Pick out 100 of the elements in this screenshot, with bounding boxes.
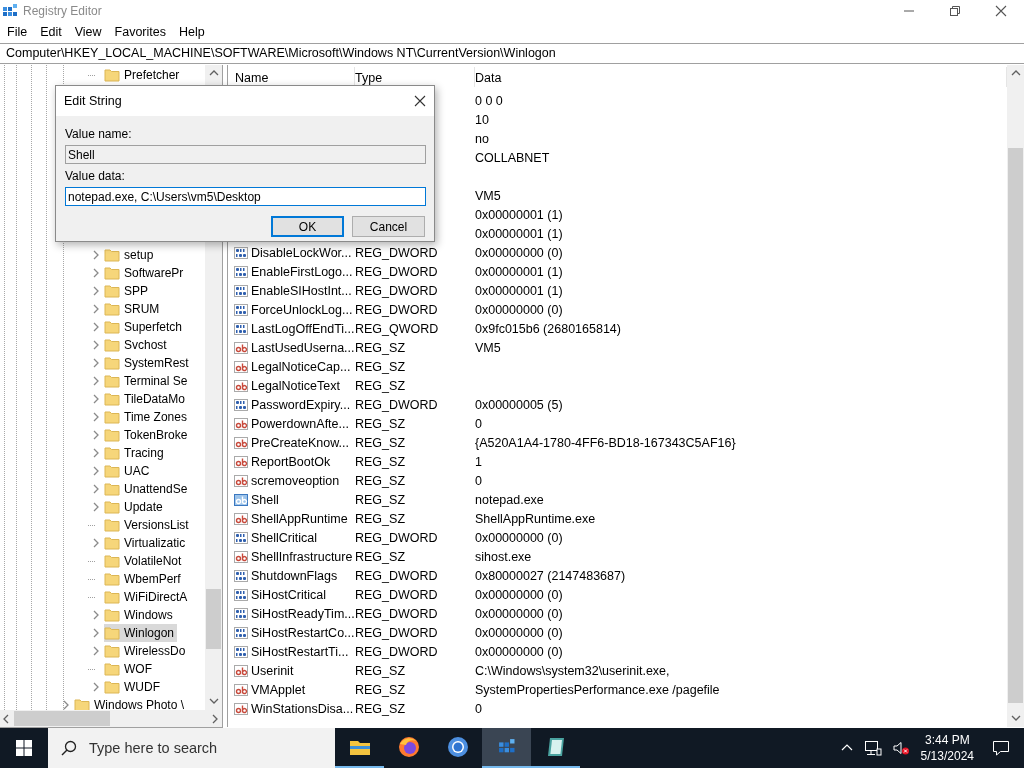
- ok-button[interactable]: OK: [271, 216, 344, 237]
- expand-chevron-icon[interactable]: [92, 628, 100, 638]
- value-name[interactable]: LastLogOffEndTi...: [251, 321, 355, 336]
- menu-item[interactable]: Favorites: [107, 25, 172, 39]
- folder-icon: [104, 608, 120, 622]
- close-icon[interactable]: [993, 3, 1009, 19]
- expand-chevron-icon[interactable]: [92, 286, 100, 296]
- tree-item[interactable]: SPP: [104, 282, 151, 300]
- value-name[interactable]: ShellCritical: [251, 530, 317, 545]
- clock[interactable]: 3:44 PM 5/13/2024: [920, 732, 974, 764]
- value-name[interactable]: LastUsedUserna...: [251, 340, 355, 355]
- folder-icon: [104, 572, 120, 586]
- tree-item[interactable]: TileDataMo: [104, 390, 188, 408]
- tree-item[interactable]: Windows: [104, 606, 176, 624]
- tree-item[interactable]: SoftwarePr: [104, 264, 187, 282]
- folder-icon: [104, 590, 120, 604]
- scroll-thumb[interactable]: [206, 589, 221, 649]
- tree-item[interactable]: VersionsList: [104, 516, 192, 534]
- tree-item[interactable]: VolatileNot: [104, 552, 185, 570]
- tree-item[interactable]: Time Zones: [104, 408, 190, 426]
- expand-chevron-icon[interactable]: [92, 646, 100, 656]
- network-icon[interactable]: [863, 740, 882, 756]
- value-type: REG_DWORD: [355, 245, 438, 260]
- scroll-thumb[interactable]: [14, 711, 110, 726]
- value-name[interactable]: ReportBootOk: [251, 454, 331, 469]
- value-name[interactable]: ShellInfrastructure: [251, 549, 353, 564]
- windows-logo-icon[interactable]: [16, 740, 32, 756]
- value-type: REG_SZ: [355, 359, 405, 374]
- value-name[interactable]: SiHostRestartCo...: [251, 625, 355, 640]
- expand-chevron-icon[interactable]: [92, 358, 100, 368]
- expand-chevron-icon[interactable]: [92, 466, 100, 476]
- value-name[interactable]: EnableSIHostInt...: [251, 283, 352, 298]
- value-data: 0x00000000 (0): [475, 644, 563, 659]
- tree-item[interactable]: Svchost: [104, 336, 170, 354]
- expand-chevron-icon[interactable]: [92, 250, 100, 260]
- value-name[interactable]: ForceUnlockLog...: [251, 302, 353, 317]
- scroll-thumb[interactable]: [1008, 148, 1023, 703]
- value-name[interactable]: ShutdownFlags: [251, 568, 338, 583]
- menu-item[interactable]: File: [0, 25, 34, 39]
- scrollbar[interactable]: [0, 710, 222, 727]
- expand-chevron-icon[interactable]: [92, 268, 100, 278]
- tree-item[interactable]: WbemPerf: [104, 570, 184, 588]
- tree-item[interactable]: Update: [104, 498, 166, 516]
- tree-item[interactable]: Winlogon: [104, 624, 178, 642]
- menu-item[interactable]: View: [67, 25, 108, 39]
- address-path[interactable]: Computer\HKEY_LOCAL_MACHINE\SOFTWARE\Microsoft\Windows NT\CurrentVersion\Winlogon: [6, 46, 556, 60]
- folder-icon: [104, 680, 120, 694]
- value-name[interactable]: SiHostCritical: [251, 587, 326, 602]
- expand-chevron-icon[interactable]: [92, 394, 100, 404]
- tree-item[interactable]: WOF: [104, 660, 155, 678]
- value-name[interactable]: Userinit: [251, 663, 294, 678]
- cancel-button[interactable]: Cancel: [352, 216, 425, 237]
- value-type: REG_DWORD: [355, 625, 438, 640]
- value-name[interactable]: SiHostReadyTim...: [251, 606, 355, 621]
- expand-chevron-icon[interactable]: [92, 682, 100, 692]
- menu-item[interactable]: Edit: [33, 25, 68, 39]
- value-name[interactable]: VMApplet: [251, 682, 306, 697]
- folder-icon: [104, 644, 120, 658]
- value-data: 0x00000000 (0): [475, 302, 563, 317]
- expand-chevron-icon[interactable]: [92, 538, 100, 548]
- notification-icon[interactable]: [992, 739, 1010, 757]
- close-icon[interactable]: [414, 95, 426, 107]
- value-data: C:\Windows\system32\userinit.exe,: [475, 663, 670, 678]
- tree-item[interactable]: SystemRest: [104, 354, 192, 372]
- restore-icon[interactable]: [947, 3, 963, 19]
- expand-chevron-icon[interactable]: [92, 376, 100, 386]
- tree-item[interactable]: WUDF: [104, 678, 163, 696]
- input-field[interactable]: notepad.exe, C:\Users\vm5\Desktop: [65, 187, 426, 206]
- value-name[interactable]: DisableLockWor...: [251, 245, 352, 260]
- expand-chevron-icon[interactable]: [92, 502, 100, 512]
- value-name[interactable]: LegalNoticeCap...: [251, 359, 351, 374]
- folder-icon: [104, 626, 120, 640]
- expand-chevron-icon[interactable]: [92, 448, 100, 458]
- expand-chevron-icon[interactable]: [92, 484, 100, 494]
- value-name[interactable]: Shell: [251, 492, 279, 507]
- expand-chevron-icon[interactable]: [62, 700, 70, 710]
- value-name[interactable]: PreCreateKnow...: [251, 435, 349, 450]
- value-name[interactable]: WinStationsDisa...: [251, 701, 354, 716]
- expand-chevron-icon[interactable]: [92, 430, 100, 440]
- value-name[interactable]: EnableFirstLogo...: [251, 264, 353, 279]
- value-data: COLLABNET: [475, 150, 550, 165]
- value-type: REG_SZ: [355, 492, 405, 507]
- expand-chevron-icon[interactable]: [92, 322, 100, 332]
- scrollbar[interactable]: [1007, 65, 1024, 727]
- expand-chevron-icon[interactable]: [92, 412, 100, 422]
- menu-item[interactable]: Help: [172, 25, 211, 39]
- expand-chevron-icon[interactable]: [92, 340, 100, 350]
- expand-chevron-icon[interactable]: [92, 610, 100, 620]
- search-field[interactable]: Type here to search: [48, 728, 335, 768]
- value-name[interactable]: scremoveoption: [251, 473, 340, 488]
- expand-chevron-icon[interactable]: [92, 304, 100, 314]
- value-name[interactable]: SiHostRestartTi...: [251, 644, 349, 659]
- value-name[interactable]: PowerdownAfte...: [251, 416, 349, 431]
- value-name[interactable]: LegalNoticeText: [251, 378, 340, 393]
- muted-speaker-icon[interactable]: [891, 740, 910, 756]
- value-name[interactable]: ShellAppRuntime: [251, 511, 348, 526]
- value-name[interactable]: PasswordExpiry...: [251, 397, 351, 412]
- value-type: REG_SZ: [355, 378, 405, 393]
- tree-item[interactable]: Prefetcher: [104, 66, 183, 84]
- tree-item[interactable]: WiFiDirectA: [104, 588, 191, 606]
